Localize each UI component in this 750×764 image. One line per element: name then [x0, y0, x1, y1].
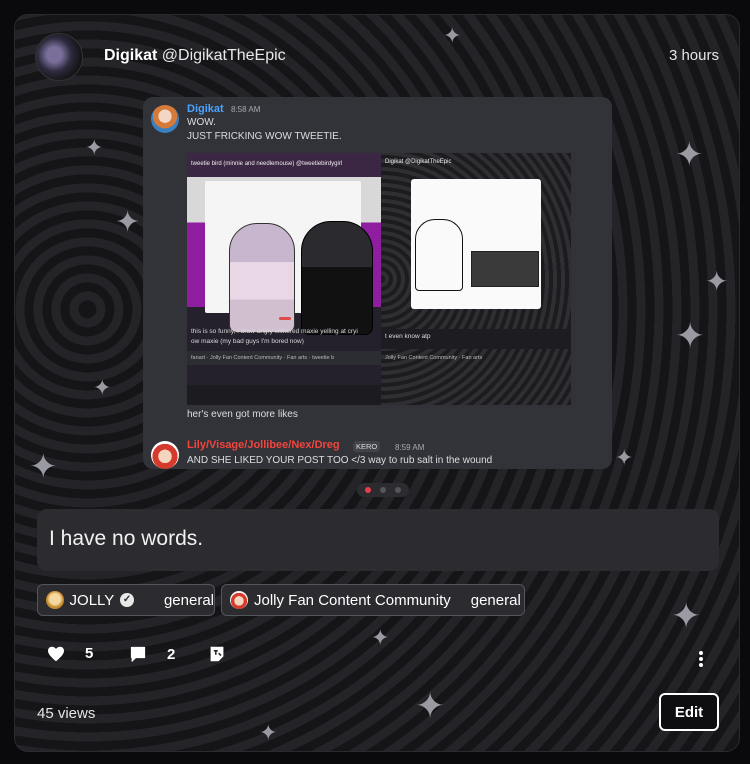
sparkle-icon: ✦	[671, 595, 702, 636]
post-text: I have no words.	[49, 527, 204, 550]
post-card: ✦ ✦ ✦ ✦ ✦ ✦ ✦ ✦ ✦ ✦ ✦ ✦ ✦ Digikat @Digik…	[14, 14, 740, 752]
sparkle-icon: ✦	[259, 720, 278, 745]
sparkle-icon: ✦	[115, 206, 141, 239]
image-carousel-indicator[interactable]	[357, 483, 409, 497]
image-tags: Jolly Fan Content Community · Fan arts	[385, 355, 483, 361]
message-time: 8:59 AM	[395, 443, 425, 452]
community-chip[interactable]: JOLLY ✓ general	[37, 584, 215, 616]
image-bottom-bar	[187, 385, 381, 405]
attached-image-right: Digikat @DigikatTheEpic t even know atp …	[381, 153, 571, 405]
like-button[interactable]: 5	[47, 645, 93, 662]
message-avatar	[151, 441, 179, 469]
post-header: Digikat @DigikatTheEpic 3 hours	[35, 31, 719, 81]
attached-image-left: tweetie bird (minnie and needlemouse) @t…	[187, 153, 381, 405]
carousel-dot[interactable]	[395, 487, 401, 493]
post-body: I have no words.	[37, 509, 719, 571]
tag: tweetie b	[312, 355, 335, 361]
message-username: Lily/Visage/Jollibee/Nex/Dreg	[187, 439, 340, 451]
sparkle-icon: ✦	[705, 266, 729, 297]
image-dots	[279, 317, 291, 320]
sparkle-icon: ✦	[615, 445, 634, 470]
author-avatar[interactable]	[35, 33, 83, 81]
character-figure	[301, 221, 373, 335]
community-chip[interactable]: Jolly Fan Content Community general	[221, 584, 525, 616]
tag: Jolly Fan Content Community	[385, 355, 458, 361]
message-line: WOW.	[187, 117, 216, 128]
tag: Jolly Fan Content Community	[209, 355, 283, 361]
message-time: 8:58 AM	[231, 105, 261, 114]
post-timestamp: 3 hours	[668, 47, 719, 64]
message-username: Digikat	[187, 103, 224, 115]
image-header: tweetie bird (minnie and needlemouse) @t…	[191, 161, 343, 167]
image-header: Digikat @DigikatTheEpic	[385, 159, 452, 165]
tag: fanart	[191, 355, 206, 361]
channel-name: general	[163, 591, 214, 609]
channel-name: general	[470, 591, 521, 609]
more-icon[interactable]	[699, 651, 703, 667]
image-tags: fanart · Jolly Fan Content Community · F…	[191, 355, 335, 361]
community-name: Jolly Fan Content Community	[254, 591, 451, 609]
message-line: her's even got more likes	[187, 409, 298, 420]
image-topbar: tweetie bird (minnie and needlemouse) @t…	[187, 153, 381, 177]
tag-icon	[210, 646, 224, 662]
sketch-figure	[471, 251, 539, 287]
comment-icon	[130, 646, 146, 662]
art-panel	[411, 179, 541, 309]
art-panel	[205, 181, 373, 335]
message-avatar	[151, 105, 179, 133]
message-line: JUST FRICKING WOW TWEETIE.	[187, 131, 342, 142]
comment-count: 2	[167, 645, 176, 663]
author-line: Digikat @DigikatTheEpic	[104, 47, 286, 65]
action-bar: 5 2	[15, 645, 739, 675]
community-icon	[230, 591, 248, 609]
image-caption: t even know atp	[385, 333, 431, 340]
tag: Fan arts	[287, 355, 308, 361]
sparkle-icon: ✦	[29, 448, 58, 486]
message-badge: KERO	[353, 441, 381, 452]
caption-line: this is so funny, I draw angry withered …	[191, 328, 358, 335]
sketch-figure	[415, 219, 463, 291]
post-image[interactable]: Digikat 8:58 AM WOW. JUST FRICKING WOW T…	[143, 97, 612, 469]
image-caption: this is so funny, I draw angry withered …	[191, 327, 381, 347]
sparkle-icon: ✦	[675, 136, 704, 174]
author-name[interactable]: Digikat	[104, 47, 157, 64]
sparkle-icon: ✦	[85, 135, 104, 160]
verified-icon: ✓	[120, 593, 134, 607]
comment-button[interactable]: 2	[129, 645, 175, 663]
sparkle-icon: ✦	[93, 375, 112, 400]
community-icon	[46, 591, 64, 609]
message-line: AND SHE LIKED YOUR POST TOO </3 way to r…	[187, 455, 493, 466]
community-name: JOLLY	[69, 591, 115, 609]
caption-line: ow maxie (my bad guys I'm bored now)	[191, 338, 304, 345]
heart-icon	[48, 646, 64, 661]
carousel-dot-active[interactable]	[365, 487, 371, 493]
tag-button[interactable]	[209, 645, 225, 663]
sparkle-icon: ✦	[415, 685, 446, 726]
like-count: 5	[85, 645, 94, 662]
view-count: 45 views	[37, 705, 96, 722]
tag: Fan arts	[462, 355, 483, 361]
carousel-dot[interactable]	[380, 487, 386, 493]
sparkle-icon: ✦	[675, 315, 706, 356]
edit-button[interactable]: Edit	[659, 693, 719, 731]
author-handle[interactable]: @DigikatTheEpic	[162, 47, 286, 64]
